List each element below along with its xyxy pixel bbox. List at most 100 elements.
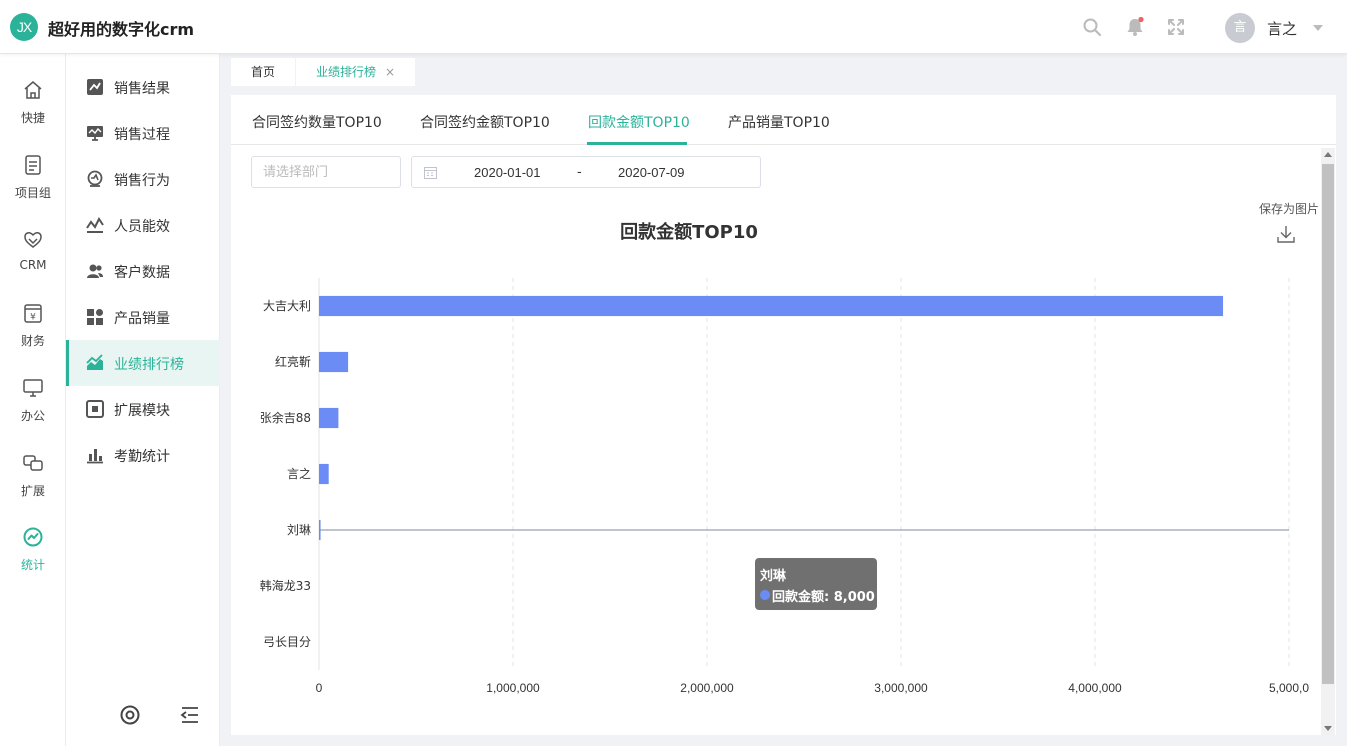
top-header: JX 超好用的数字化crm 言 言之 (0, 0, 1347, 54)
avatar[interactable]: 言 (1225, 13, 1255, 43)
date-separator: - (577, 165, 582, 180)
user-name[interactable]: 言之 (1267, 18, 1297, 39)
x-tick-label: 1,000,000 (486, 681, 540, 695)
svg-text:¥: ¥ (30, 313, 36, 323)
vertical-scrollbar[interactable] (1321, 148, 1335, 735)
scroll-down-arrow-icon[interactable] (1324, 726, 1332, 731)
y-category-label: 张余吉88 (260, 410, 311, 425)
chart-title: 回款金额TOP10 (620, 221, 758, 243)
extension-icon (23, 455, 43, 471)
chart-x-ticks: 0 1,000,000 2,000,000 3,000,000 4,000,000 5,0… (316, 681, 1310, 695)
fullscreen-icon[interactable] (1166, 17, 1186, 37)
content-tabs: 合同签约数量TOP10 合同签约金额TOP10 回款金额TOP10 产品销量TO… (231, 95, 1336, 145)
date-range-picker[interactable]: 2020-01-01 - 2020-07-09 (411, 156, 761, 188)
bar[interactable] (319, 463, 329, 485)
page-tabs: 首页 业绩排行榜 × (220, 54, 1347, 86)
rail-item-finance[interactable]: ¥ 财务 (0, 302, 66, 372)
module-icon (86, 400, 104, 418)
date-end[interactable]: 2020-07-09 (618, 165, 685, 180)
efficiency-icon (86, 217, 104, 233)
subnav-item-module[interactable]: 扩展模块 (66, 386, 220, 432)
finance-icon: ¥ (24, 304, 42, 323)
rail-item-label: 办公 (20, 409, 45, 423)
y-category-label: 刘琳 (287, 523, 311, 537)
tab-label: 首页 (251, 65, 276, 79)
rail-item-stats[interactable]: 统计 (0, 526, 66, 596)
subnav-item-efficiency[interactable]: 人员能效 (66, 202, 220, 248)
scroll-up-arrow-icon[interactable] (1324, 152, 1332, 157)
x-tick-label: 5,000,0 (1269, 681, 1309, 695)
subnav-item-label: 产品销量 (114, 311, 170, 327)
subnav-item-label: 销售结果 (114, 81, 170, 97)
x-tick-label: 0 (316, 681, 323, 695)
stats-subnav: 销售结果 销售过程 销售行为 人员能效 客户数据 产品销量 业绩排行榜 扩展模块… (66, 54, 220, 746)
tab-ranking[interactable]: 业绩排行榜 × (296, 58, 415, 86)
date-start[interactable]: 2020-01-01 (474, 165, 541, 180)
stats-icon (23, 527, 43, 547)
home-icon (24, 81, 42, 99)
tooltip-series-dot (760, 590, 770, 600)
subnav-item-label: 客户数据 (114, 265, 170, 281)
subnav-item-sales-process[interactable]: 销售过程 (66, 110, 220, 156)
sales-result-icon (87, 79, 103, 95)
attendance-icon (87, 449, 103, 464)
tab-contract-count[interactable]: 合同签约数量TOP10 (252, 112, 382, 132)
subnav-item-sales-result[interactable]: 销售结果 (66, 64, 220, 110)
rail-item-shortcut[interactable]: 快捷 (0, 79, 66, 149)
y-category-label: 韩海龙33 (260, 578, 311, 593)
subnav-item-attendance[interactable]: 考勤统计 (66, 432, 220, 478)
subnav-item-sales-behavior[interactable]: 销售行为 (66, 156, 220, 202)
department-select[interactable]: 请选择部门 (251, 156, 401, 188)
subnav-item-label: 人员能效 (114, 219, 170, 235)
tab-contract-amount[interactable]: 合同签约金额TOP10 (420, 112, 550, 132)
tab-home[interactable]: 首页 (231, 58, 295, 86)
y-category-label: 大吉大利 (263, 299, 311, 313)
subnav-item-label: 销售过程 (114, 127, 170, 143)
tooltip-title: 刘琳 (760, 569, 787, 584)
customers-icon (87, 264, 103, 278)
monitor-icon (23, 379, 43, 397)
subnav-item-products[interactable]: 产品销量 (66, 294, 220, 340)
app-logo[interactable]: JX (10, 13, 38, 41)
bar[interactable] (319, 295, 1224, 317)
settings-icon[interactable] (119, 704, 141, 726)
rail-item-extension[interactable]: 扩展 (0, 452, 66, 522)
x-tick-label: 2,000,000 (680, 681, 734, 695)
payment-ranking-chart: 回款金额TOP10 大吉大利红亮靳张余吉88 言之刘琳韩海龙33 弓长目分 0 1,0… (260, 221, 1310, 695)
bar[interactable] (319, 351, 349, 373)
bar[interactable] (319, 407, 339, 429)
rail-item-crm[interactable]: CRM (0, 228, 66, 298)
subnav-item-label: 考勤统计 (114, 449, 170, 465)
y-category-label: 弓长目分 (263, 635, 311, 649)
rail-item-label: 快捷 (20, 111, 45, 125)
ranking-icon (86, 354, 103, 370)
subnav-item-ranking[interactable]: 业绩排行榜 (66, 340, 220, 386)
subnav-item-label: 业绩排行榜 (114, 357, 184, 373)
subnav-item-customers[interactable]: 客户数据 (66, 248, 220, 294)
scroll-thumb[interactable] (1322, 164, 1334, 684)
rail-item-label: 财务 (20, 334, 45, 348)
chart-bars (319, 295, 1224, 541)
rail-item-label: 统计 (20, 558, 45, 572)
tab-product-sales[interactable]: 产品销量TOP10 (728, 112, 830, 132)
tab-payment-amount[interactable]: 回款金额TOP10 (588, 112, 690, 132)
subnav-item-label: 销售行为 (114, 173, 170, 189)
rail-item-label: 项目组 (14, 186, 51, 200)
rail-item-label: CRM (19, 258, 47, 272)
bell-icon[interactable] (1125, 17, 1145, 37)
chart-grid (318, 278, 1290, 670)
rail-item-label: 扩展 (20, 484, 45, 498)
chevron-down-icon[interactable] (1313, 25, 1323, 31)
rail-item-office[interactable]: 办公 (0, 377, 66, 447)
subnav-item-label: 扩展模块 (114, 403, 170, 419)
products-icon (87, 309, 103, 325)
collapse-menu-icon[interactable] (179, 704, 201, 726)
search-icon[interactable] (1082, 17, 1102, 37)
close-icon[interactable]: × (385, 58, 395, 86)
rail-item-project[interactable]: 项目组 (0, 154, 66, 224)
main-rail: 快捷 项目组 CRM ¥ 财务 办公 扩展 统计 (0, 54, 66, 746)
x-tick-label: 4,000,000 (1068, 681, 1122, 695)
y-category-label: 言之 (287, 467, 311, 481)
tooltip-value: 回款金额: 8,000 (772, 590, 875, 605)
active-tab-indicator (587, 142, 687, 145)
